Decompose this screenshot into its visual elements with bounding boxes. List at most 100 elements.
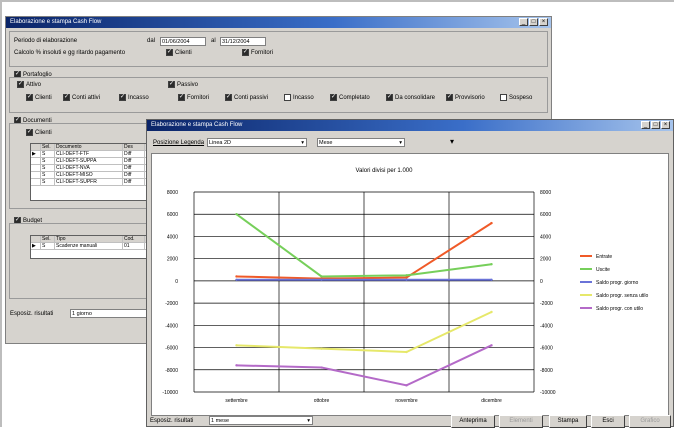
table-row[interactable]: ▶ S Scadenze manuali 01	[31, 243, 146, 250]
esci-button[interactable]: Esci	[591, 415, 625, 428]
data-point	[320, 347, 323, 350]
table-row[interactable]: S CLI-DEFT-NVA Diff	[31, 165, 146, 172]
checkbox-box[interactable]: ✓	[168, 81, 175, 88]
passivo-incasso-checkbox[interactable]: Incasso	[284, 94, 314, 101]
attivo-clienti-checkbox[interactable]: ✓ Clienti	[26, 94, 52, 101]
maximize-icon[interactable]: □	[529, 18, 538, 26]
x-tick-label: settembre	[225, 398, 247, 404]
close-icon[interactable]: ×	[661, 121, 670, 129]
data-point	[405, 276, 408, 279]
checkbox-box[interactable]: ✓	[63, 94, 70, 101]
checkbox-box[interactable]: ✓	[330, 94, 337, 101]
completato-label: Completato	[339, 94, 370, 101]
legend-label: Saldo progr. senza utilo	[596, 293, 648, 299]
table-row[interactable]: S CLI-DEFT-SUPPA Diff	[31, 158, 146, 165]
checkbox-box[interactable]	[500, 94, 507, 101]
checkbox-box[interactable]	[284, 94, 291, 101]
attivo-conti-label: Conti attivi	[72, 94, 101, 101]
table-row[interactable]: ▶ S CLI-DEFT-FTF Diff	[31, 151, 146, 158]
passivo-fornitori-checkbox[interactable]: ✓ Fornitori	[178, 94, 209, 101]
passivo-conti-checkbox[interactable]: ✓ Conti passivi	[225, 94, 268, 101]
da-consolidare-checkbox[interactable]: ✓ Da consolidare	[386, 94, 435, 101]
chevron-down-icon[interactable]: ▾	[301, 139, 304, 146]
column-header: Sel.	[41, 236, 55, 242]
data-point	[490, 221, 493, 225]
checkbox-box[interactable]: ✓	[386, 94, 393, 101]
checkbox-box[interactable]: ✓	[17, 81, 24, 88]
budget-grid[interactable]: Sel. Tipo Cod. ▶ S Scadenze manuali 01	[30, 235, 147, 259]
back-esposiz-field[interactable]: 1 giorno	[70, 309, 150, 318]
date-to-field[interactable]: 31/12/2004	[220, 37, 266, 46]
passivo-checkbox[interactable]: ✓ Passivo	[168, 81, 198, 88]
column-header: Tipo	[55, 236, 123, 242]
sospeso-checkbox[interactable]: Sospeso	[500, 94, 532, 101]
table-cell: Diff	[123, 151, 145, 157]
table-cell: S	[41, 151, 55, 157]
chart-window: Elaborazione e stampa Cash Flow _ □ × Po…	[146, 119, 674, 428]
completato-checkbox[interactable]: ✓ Completato	[330, 94, 370, 101]
grid-spacer	[31, 236, 41, 242]
y2-tick-label: 2000	[540, 257, 551, 263]
checkbox-box[interactable]: ✓	[26, 129, 33, 136]
checkbox-box[interactable]: ✓	[446, 94, 453, 101]
checkbox-box[interactable]: ✓	[178, 94, 185, 101]
chevron-down-icon[interactable]: ▾	[307, 417, 310, 424]
grid-spacer	[31, 144, 41, 150]
attivo-checkbox[interactable]: ✓ Attivo	[17, 81, 41, 88]
x-tick-label: dicembre	[481, 398, 502, 404]
background-window-titlebar[interactable]: Elaborazione e stampa Cash Flow _ □ ×	[6, 17, 551, 28]
grafico-button[interactable]: Grafico	[629, 415, 671, 428]
date-from-field[interactable]: 01/06/2004	[160, 37, 206, 46]
data-point	[320, 275, 323, 278]
y-tick-label: -6000	[165, 346, 178, 352]
column-header: Cod.	[123, 236, 145, 242]
y-tick-label: -10000	[162, 390, 178, 396]
close-icon[interactable]: ×	[539, 18, 548, 26]
checkbox-box[interactable]: ✓	[26, 94, 33, 101]
table-cell: Diff	[123, 158, 145, 164]
grid-header: Sel. Tipo Cod.	[31, 236, 146, 243]
attivo-incasso-checkbox[interactable]: ✓ Incasso	[119, 94, 149, 101]
provvisorio-checkbox[interactable]: ✓ Provvisorio	[446, 94, 485, 101]
doc-clienti-label: Clienti	[35, 129, 52, 136]
checkbox-box[interactable]: ✓	[242, 49, 249, 56]
calcolo-label: Calcolo % insoluti e gg ritardo pagament…	[14, 50, 126, 56]
chart-type-dropdown[interactable]: Linea 2D ▾	[207, 138, 307, 147]
fornitori-checkbox[interactable]: ✓ Fornitori	[242, 49, 273, 56]
maximize-icon[interactable]: □	[651, 121, 660, 129]
stampa-button[interactable]: Stampa	[549, 415, 587, 428]
data-point	[405, 350, 408, 354]
table-cell: Diff	[123, 179, 145, 185]
chart-window-titlebar[interactable]: Elaborazione e stampa Cash Flow _ □ ×	[147, 120, 673, 131]
passivo-label: Passivo	[177, 81, 199, 88]
chevron-down-icon[interactable]: ▾	[399, 139, 402, 146]
fornitori-label: Fornitori	[251, 49, 274, 56]
provvisorio-label: Provvisorio	[455, 94, 485, 101]
checkbox-box[interactable]: ✓	[119, 94, 126, 101]
minimize-icon[interactable]: _	[641, 121, 650, 129]
documenti-grid[interactable]: Sel. Documento Des ▶ S CLI-DEFT-FTF Diff…	[30, 143, 147, 201]
grid-spacer	[31, 172, 41, 178]
table-row[interactable]: S CLI-DEFT-MISO Diff	[31, 172, 146, 179]
period-dropdown[interactable]: Mese ▾	[317, 138, 405, 147]
checkbox-box[interactable]: ✓	[166, 49, 173, 56]
dropdown-arrow-icon[interactable]: ▾	[450, 137, 454, 146]
elementi-button[interactable]: Elementi	[499, 415, 543, 428]
table-cell: S	[41, 179, 55, 185]
attivo-conti-checkbox[interactable]: ✓ Conti attivi	[63, 94, 100, 101]
sospeso-label: Sospeso	[509, 94, 533, 101]
doc-clienti-checkbox[interactable]: ✓ Clienti	[26, 129, 52, 136]
attivo-clienti-label: Clienti	[35, 94, 52, 101]
data-point	[490, 263, 493, 266]
minimize-icon[interactable]: _	[519, 18, 528, 26]
table-row[interactable]: S CLI-DEFT-SUPFR Diff	[31, 179, 146, 186]
passivo-incasso-label: Incasso	[293, 94, 314, 101]
x-tick-label: novembre	[395, 398, 417, 404]
y2-tick-label: 0	[540, 279, 543, 285]
clienti-checkbox[interactable]: ✓ Clienti	[166, 49, 192, 56]
attivo-incasso-label: Incasso	[128, 94, 149, 101]
checkbox-box[interactable]: ✓	[225, 94, 232, 101]
front-esposiz-field[interactable]: 1 mese ▾	[209, 416, 313, 425]
table-cell: CLI-DEFT-SUPFR	[55, 179, 123, 185]
anteprima-button[interactable]: Anteprima	[451, 415, 495, 428]
